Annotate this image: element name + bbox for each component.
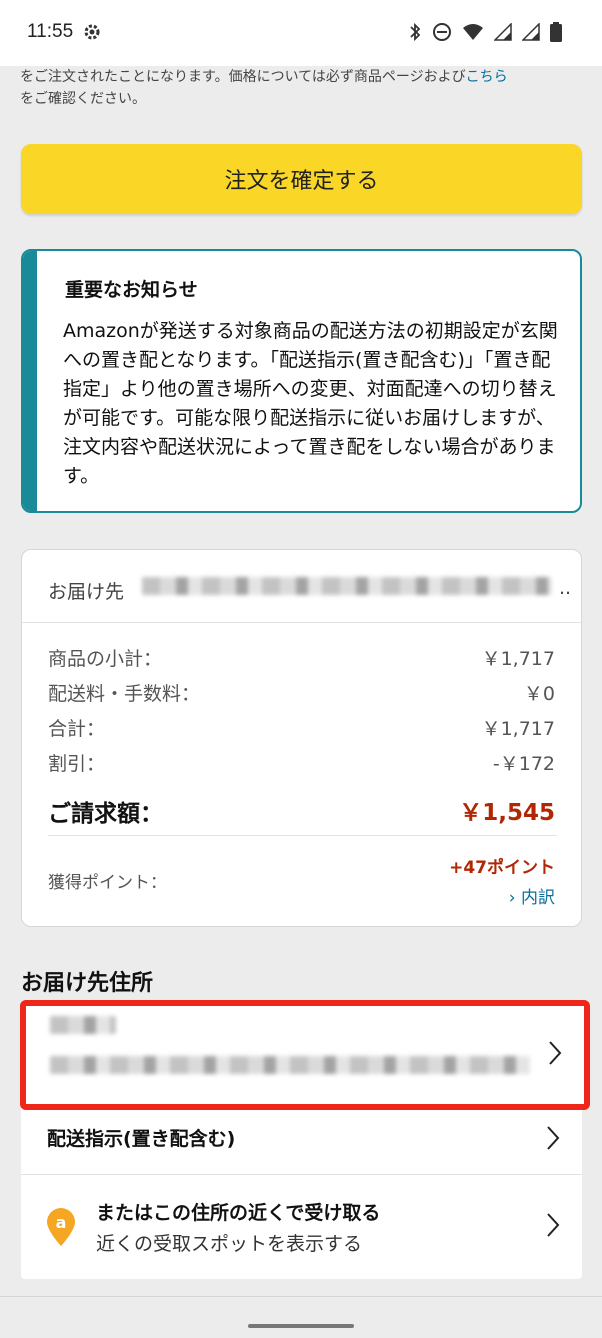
total-value-row: ￥1,717 [481, 718, 555, 740]
amazon-pin-icon: a [45, 1207, 77, 1251]
signal-icon [494, 23, 512, 41]
points-breakdown-link[interactable]: › 内訳 [509, 883, 555, 908]
do-not-disturb-icon [432, 22, 452, 42]
selected-address-row[interactable] [20, 1000, 590, 1110]
battery-icon [550, 22, 562, 42]
billing-total-label: ご請求額： [48, 801, 163, 827]
chevron-right-icon [546, 1125, 560, 1155]
delivery-instructions-row[interactable]: 配送指示(置き配含む) [21, 1110, 582, 1174]
discount-value: -￥172 [492, 753, 555, 775]
notice-body: Amazonが発送する対象商品の配送方法の初期設定が玄関への置き配となります。「… [63, 320, 558, 487]
notice-title: 重要なお知らせ [65, 279, 198, 301]
pickup-title: またはこの住所の近くで受け取る [96, 1202, 381, 1224]
home-indicator[interactable] [248, 1324, 354, 1328]
price-notice-text: をご注文されたことになります。価格については必ず商品ページおよびこちら をご確認… [20, 66, 590, 110]
bluetooth-icon [408, 22, 422, 42]
total-label-row: 合計： [48, 718, 106, 740]
ship-to-ellipsis: .. [559, 577, 572, 599]
points-value: +47ポイント [449, 858, 555, 878]
points-label: 獲得ポイント： [48, 873, 167, 893]
address-line-redacted [50, 1056, 530, 1074]
summary-divider-2 [48, 835, 557, 836]
status-icons [408, 22, 562, 42]
summary-divider [22, 622, 581, 623]
signal-icon-2 [522, 23, 540, 41]
notice-accent-bar [23, 251, 37, 511]
pickup-subtitle: 近くの受取スポットを表示する [96, 1233, 363, 1255]
shipping-fee-label: 配送料・手数料： [48, 683, 201, 705]
bottom-nav-area [0, 1296, 602, 1338]
subtotal-value: ￥1,717 [481, 648, 555, 670]
shipping-fee-value: ￥0 [523, 683, 555, 705]
status-bar: 11:55 [0, 0, 602, 66]
ship-to-redacted [142, 577, 552, 595]
discount-label: 割引： [48, 753, 106, 775]
gear-icon [82, 22, 102, 46]
delivery-instructions-label: 配送指示(置き配含む) [47, 1128, 236, 1150]
price-notice-part1: をご注文されたことになります。価格については必ず商品ページおよび [20, 69, 466, 85]
chevron-right-icon [548, 1040, 562, 1070]
svg-text:a: a [56, 1213, 67, 1232]
pickup-nearby-row[interactable]: a またはこの住所の近くで受け取る 近くの受取スポットを表示する [21, 1175, 582, 1279]
order-summary-card: お届け先 .. 商品の小計： ￥1,717 配送料・手数料： ￥0 合計： ￥1… [21, 549, 582, 927]
price-notice-part2: をご確認ください。 [20, 91, 146, 107]
subtotal-label: 商品の小計： [48, 648, 163, 670]
chevron-right-icon [546, 1212, 560, 1242]
billing-total-value: ￥1,545 [459, 800, 555, 826]
ship-to-label: お届け先 [48, 581, 125, 603]
wifi-icon [462, 23, 484, 41]
delivery-address-title: お届け先住所 [21, 971, 154, 996]
price-notice-link[interactable]: こちら [466, 69, 508, 85]
confirm-order-button[interactable]: 注文を確定する [21, 144, 582, 214]
status-time: 11:55 [27, 21, 74, 42]
important-notice: 重要なお知らせ Amazonが発送する対象商品の配送方法の初期設定が玄関への置き… [21, 249, 582, 513]
address-name-redacted [50, 1016, 116, 1034]
